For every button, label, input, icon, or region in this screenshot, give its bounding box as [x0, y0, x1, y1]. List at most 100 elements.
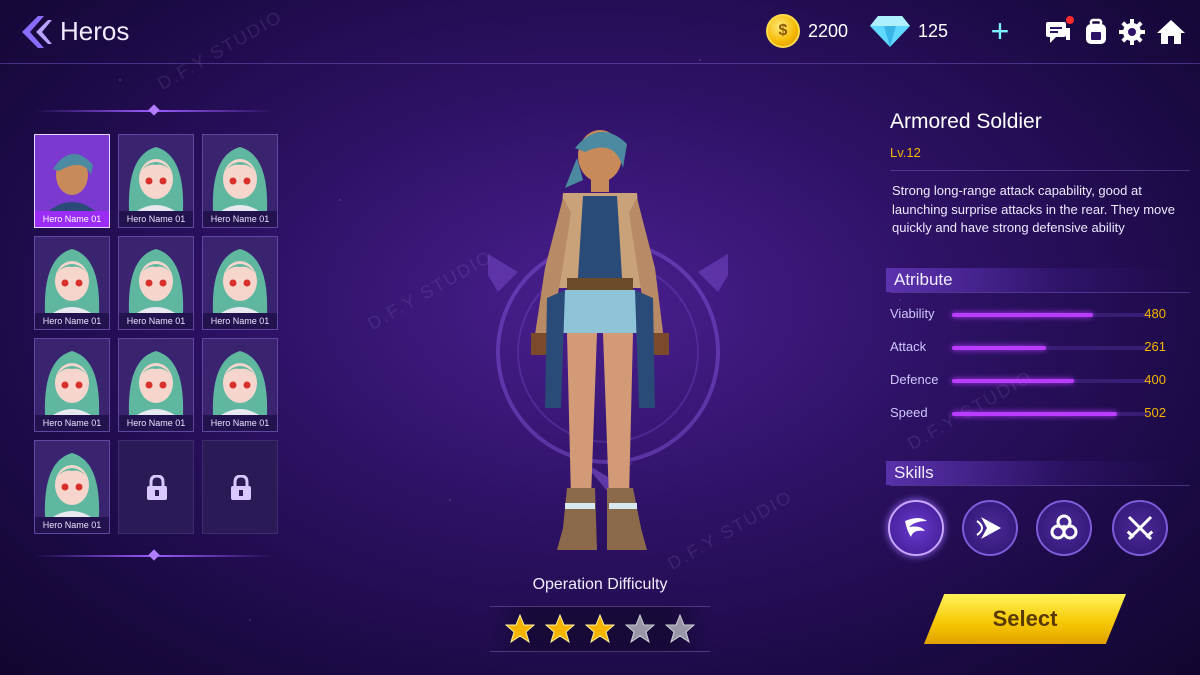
- stat-value: 261: [1144, 339, 1166, 354]
- back-button[interactable]: [14, 12, 54, 52]
- stat-label: Speed: [890, 405, 928, 420]
- select-hero-button[interactable]: Select: [924, 594, 1126, 644]
- skill-slot-1[interactable]: [888, 500, 944, 556]
- lock-icon: [231, 475, 251, 500]
- hero-card[interactable]: Hero Name 01: [202, 236, 278, 330]
- hero-card-name: Hero Name 01: [203, 415, 277, 431]
- stat-bar: [952, 379, 1148, 383]
- hero-card-name: Hero Name 01: [119, 313, 193, 329]
- difficulty-label: Operation Difficulty: [532, 576, 668, 593]
- skill-slot-4[interactable]: [1112, 500, 1168, 556]
- hero-card[interactable]: Hero Name 01: [34, 338, 110, 432]
- grid-bottom-divider: [34, 549, 274, 561]
- hero-card-name: Hero Name 01: [35, 313, 109, 329]
- stat-value: 400: [1144, 372, 1166, 387]
- star-empty-icon: [665, 614, 695, 644]
- stat-label: Defence: [890, 372, 939, 387]
- hero-slot-locked[interactable]: [202, 440, 278, 534]
- hero-portrait: [35, 135, 109, 211]
- watermark: D.F.Y STUDIO: [364, 246, 497, 334]
- skill-slot-2[interactable]: [962, 500, 1018, 556]
- claw-slash-icon: [976, 517, 1001, 539]
- hero-name: Armored Soldier: [890, 110, 1042, 133]
- divider: [890, 485, 1190, 486]
- lock-icon: [147, 475, 167, 500]
- hero-portrait: [119, 135, 193, 211]
- stat-row-viability: Viability 480: [890, 306, 1170, 326]
- skill-slot-3[interactable]: [1036, 500, 1092, 556]
- hero-card[interactable]: Hero Name 01: [202, 134, 278, 228]
- star-filled-icon: [585, 614, 615, 644]
- hero-card-name: Hero Name 01: [119, 415, 193, 431]
- crossed-swords-icon: [1126, 515, 1154, 541]
- hero-card-name: Hero Name 01: [35, 211, 109, 227]
- hero-portrait: [119, 237, 193, 313]
- hero-card-name: Hero Name 01: [119, 211, 193, 227]
- grid-top-divider: [34, 104, 274, 116]
- hero-level: Lv.12: [890, 145, 921, 160]
- page-title: Heros: [60, 16, 130, 46]
- hero-portrait: [35, 441, 109, 517]
- divider: [890, 170, 1190, 171]
- chat-button[interactable]: [1044, 16, 1074, 46]
- hero-card-name: Hero Name 01: [35, 415, 109, 431]
- home-button[interactable]: [1156, 18, 1185, 46]
- hero-grid: Hero Name 01 Hero Name 01 Hero Name 01 Hero…: [34, 134, 278, 534]
- coin-icon: $: [766, 14, 800, 48]
- stat-row-defence: Defence 400: [890, 372, 1170, 392]
- stat-bar-fill: [952, 346, 1047, 350]
- stat-bar-fill: [952, 412, 1117, 416]
- select-button-label: Select: [992, 606, 1058, 631]
- star-filled-icon: [505, 614, 535, 644]
- coin-counter: $ 2200: [766, 14, 848, 48]
- backpack-icon: [1086, 18, 1106, 44]
- settings-button[interactable]: [1118, 18, 1146, 46]
- hero-card[interactable]: Hero Name 01: [34, 134, 110, 228]
- gem-counter: 125: [870, 14, 948, 48]
- coin-amount: 2200: [808, 20, 849, 41]
- whirlwind-icon: [905, 518, 927, 537]
- stat-row-speed: Speed 502: [890, 405, 1170, 425]
- add-currency-button[interactable]: +: [986, 15, 1014, 47]
- stat-bar: [952, 313, 1148, 317]
- star-empty-icon: [625, 614, 655, 644]
- home-icon: [1157, 20, 1185, 44]
- notification-dot: [1066, 16, 1074, 24]
- hero-card[interactable]: Hero Name 01: [118, 338, 194, 432]
- hero-portrait: [35, 237, 109, 313]
- diamond-icon: [870, 16, 910, 47]
- hero-card-name: Hero Name 01: [203, 211, 277, 227]
- hero-portrait: [203, 339, 277, 415]
- backpack-button[interactable]: [1082, 18, 1110, 46]
- hero-character-model: [531, 130, 669, 550]
- hero-card-name: Hero Name 01: [203, 313, 277, 329]
- hero-card[interactable]: Hero Name 01: [34, 440, 110, 534]
- star-filled-icon: [545, 614, 575, 644]
- hero-card[interactable]: Hero Name 01: [118, 236, 194, 330]
- hero-card[interactable]: Hero Name 01: [202, 338, 278, 432]
- hero-portrait: [203, 135, 277, 211]
- top-bar: Heros $ 2200 125 +: [0, 0, 1200, 64]
- biohazard-icon: [1050, 514, 1078, 540]
- skills-heading: Skills: [886, 461, 1176, 485]
- gear-icon: [1119, 19, 1145, 45]
- back-arrow-icon: [22, 16, 52, 48]
- stat-bar-fill: [952, 313, 1094, 317]
- hero-portrait: [119, 339, 193, 415]
- hero-slot-locked[interactable]: [118, 440, 194, 534]
- stat-bar-fill: [952, 379, 1074, 383]
- stat-bar: [952, 346, 1148, 350]
- hero-card[interactable]: Hero Name 01: [118, 134, 194, 228]
- stat-row-attack: Attack 261: [890, 339, 1170, 359]
- stat-bar: [952, 412, 1148, 416]
- stat-value: 480: [1144, 306, 1166, 321]
- gem-amount: 125: [918, 20, 949, 41]
- stat-label: Viability: [890, 306, 935, 321]
- attribute-heading: Atribute: [886, 268, 1176, 292]
- divider: [890, 292, 1190, 293]
- difficulty-rating: [490, 606, 710, 652]
- hero-portrait: [203, 237, 277, 313]
- hero-portrait: [35, 339, 109, 415]
- stat-label: Attack: [890, 339, 927, 354]
- hero-card[interactable]: Hero Name 01: [34, 236, 110, 330]
